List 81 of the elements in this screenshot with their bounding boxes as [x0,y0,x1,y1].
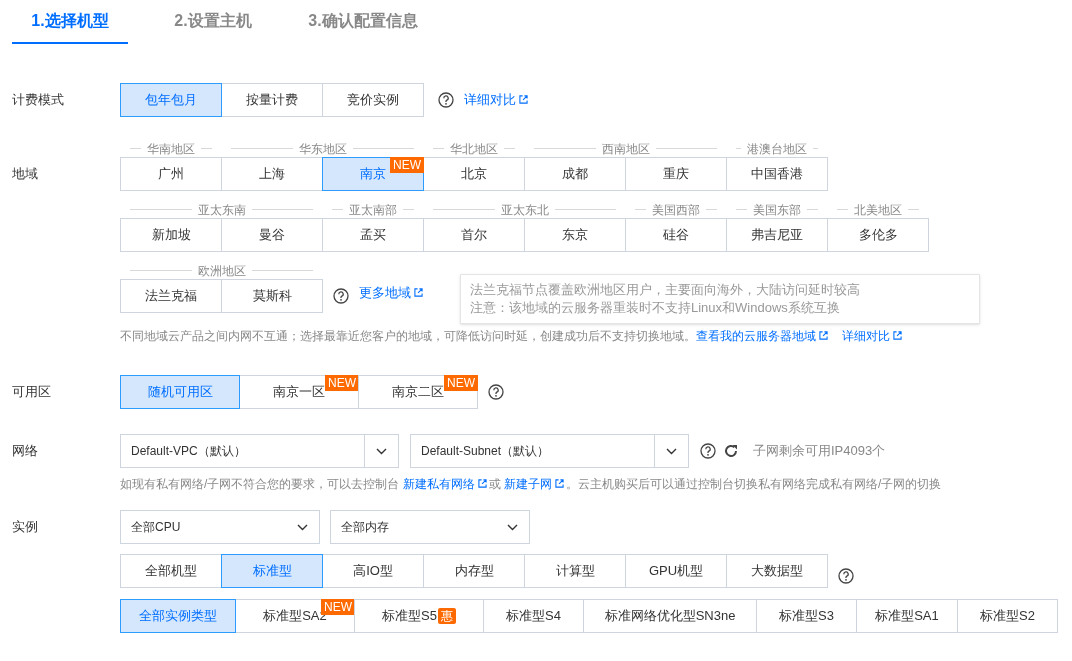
step-tab[interactable]: 1.选择机型 [12,0,128,44]
subnet-info: 子网剩余可用IP4093个 [753,442,886,461]
option-button[interactable]: 南京二区 NEW [358,375,478,409]
chevron-down-icon [376,447,387,455]
option-button[interactable]: 莫斯科 [221,279,323,313]
option-button[interactable]: 弗吉尼亚 [726,218,828,252]
external-link-icon [519,95,528,105]
link[interactable]: 新建私有网络 [402,477,487,491]
option-button[interactable]: 首尔 [423,218,525,252]
help-icon[interactable] [488,384,504,400]
option-button[interactable]: 计算型 [524,554,626,588]
option-button[interactable]: GPU机型 [625,554,727,588]
field-label: 地域 [11,165,39,184]
option-button[interactable]: 硅谷 [625,218,727,252]
external-link-icon [477,479,487,488]
option-button[interactable]: 广州 [120,157,222,191]
help-icon[interactable] [838,568,854,584]
badge: NEW [390,157,424,173]
field-label: 网络 [11,442,39,461]
help-icon[interactable] [333,288,349,304]
tooltip-text: 注意：该地域的云服务器重装时不支持Linux和Windows系统互换 [470,299,841,317]
option-button[interactable]: 北京 [423,157,525,191]
option-button[interactable]: 按量计费 [221,83,323,117]
option-button[interactable]: 标准型S4 [483,599,584,633]
chevron-down-icon [507,523,518,531]
option-button[interactable]: 南京 NEW [322,157,424,191]
field-label: 可用区 [11,383,52,402]
badge: NEW [321,599,355,615]
dropdown[interactable]: Default-Subnet（默认） [410,434,689,468]
help-icon[interactable] [438,92,454,108]
option-button[interactable]: 包年包月 [120,83,222,117]
option-button[interactable]: 重庆 [625,157,727,191]
option-button[interactable]: 标准型S3 [756,599,857,633]
option-button[interactable]: 标准型SA1 [856,599,958,633]
link[interactable]: 查看我的云服务器地域 [696,329,828,343]
option-button[interactable]: 南京一区 NEW [239,375,359,409]
external-link-icon [414,288,423,298]
hint-text: 如现有私有网络/子网不符合您的要求，可以去控制台 新建私有网络 或 新建子网 。云主机购买后可以通过控制台切换私有网络完成私有网络/子网的切换 [120,476,942,493]
external-link-icon [555,479,564,488]
link[interactable]: 新建子网 [504,477,564,491]
option-button[interactable]: 高IO型 [322,554,424,588]
option-button[interactable]: 全部实例类型 [120,599,236,633]
step-tab[interactable]: 3.确认配置信息 [288,0,438,44]
refresh-icon[interactable] [723,443,739,459]
link[interactable]: 详细对比 [842,329,902,343]
option-button[interactable]: 标准型 [221,554,323,588]
external-link-icon [819,331,828,340]
badge: 惠 [437,608,456,624]
step-tab[interactable]: 2.设置主机 [148,0,278,44]
option-button[interactable]: 竞价实例 [322,83,424,117]
link[interactable]: 详细对比 [464,90,528,110]
option-button[interactable]: 上海 [221,157,323,191]
chevron-down-icon [666,447,677,455]
option-button[interactable]: 多伦多 [827,218,929,252]
option-button[interactable]: 随机可用区 [120,375,240,409]
option-button[interactable]: 标准型S5 惠 [354,599,484,633]
field-label: 实例 [11,518,39,537]
external-link-icon [893,331,902,340]
option-button[interactable]: 全部机型 [120,554,222,588]
link[interactable]: 更多地域 [359,283,423,303]
option-button[interactable]: 曼谷 [221,218,323,252]
option-button[interactable]: 新加坡 [120,218,222,252]
option-button[interactable]: 成都 [524,157,626,191]
help-icon[interactable] [700,443,716,459]
option-button[interactable]: 大数据型 [726,554,828,588]
option-button[interactable]: 内存型 [423,554,525,588]
dropdown[interactable]: 全部CPU [120,510,320,544]
tooltip-text: 法兰克福节点覆盖欧洲地区用户，主要面向海外，大陆访问延时较高 [470,281,861,299]
option-button[interactable]: 标准型S2 [957,599,1058,633]
option-button[interactable]: 标准网络优化型SN3ne [583,599,757,633]
option-button[interactable]: 法兰克福 [120,279,222,313]
dropdown[interactable]: 全部内存 [330,510,530,544]
dropdown[interactable]: Default-VPC（默认） [120,434,399,468]
chevron-down-icon [297,523,308,531]
badge: NEW [444,375,478,391]
option-button[interactable]: 孟买 [322,218,424,252]
hint-text: 不同地域云产品之间内网不互通；选择最靠近您客户的地域，可降低访问时延，创建成功后不支持切换地域。查看我的云服务器地域 详细对比 [120,327,929,345]
option-button[interactable]: 中国香港 [726,157,828,191]
option-button[interactable]: 东京 [524,218,626,252]
badge: NEW [325,375,359,391]
field-label: 计费模式 [11,91,65,110]
